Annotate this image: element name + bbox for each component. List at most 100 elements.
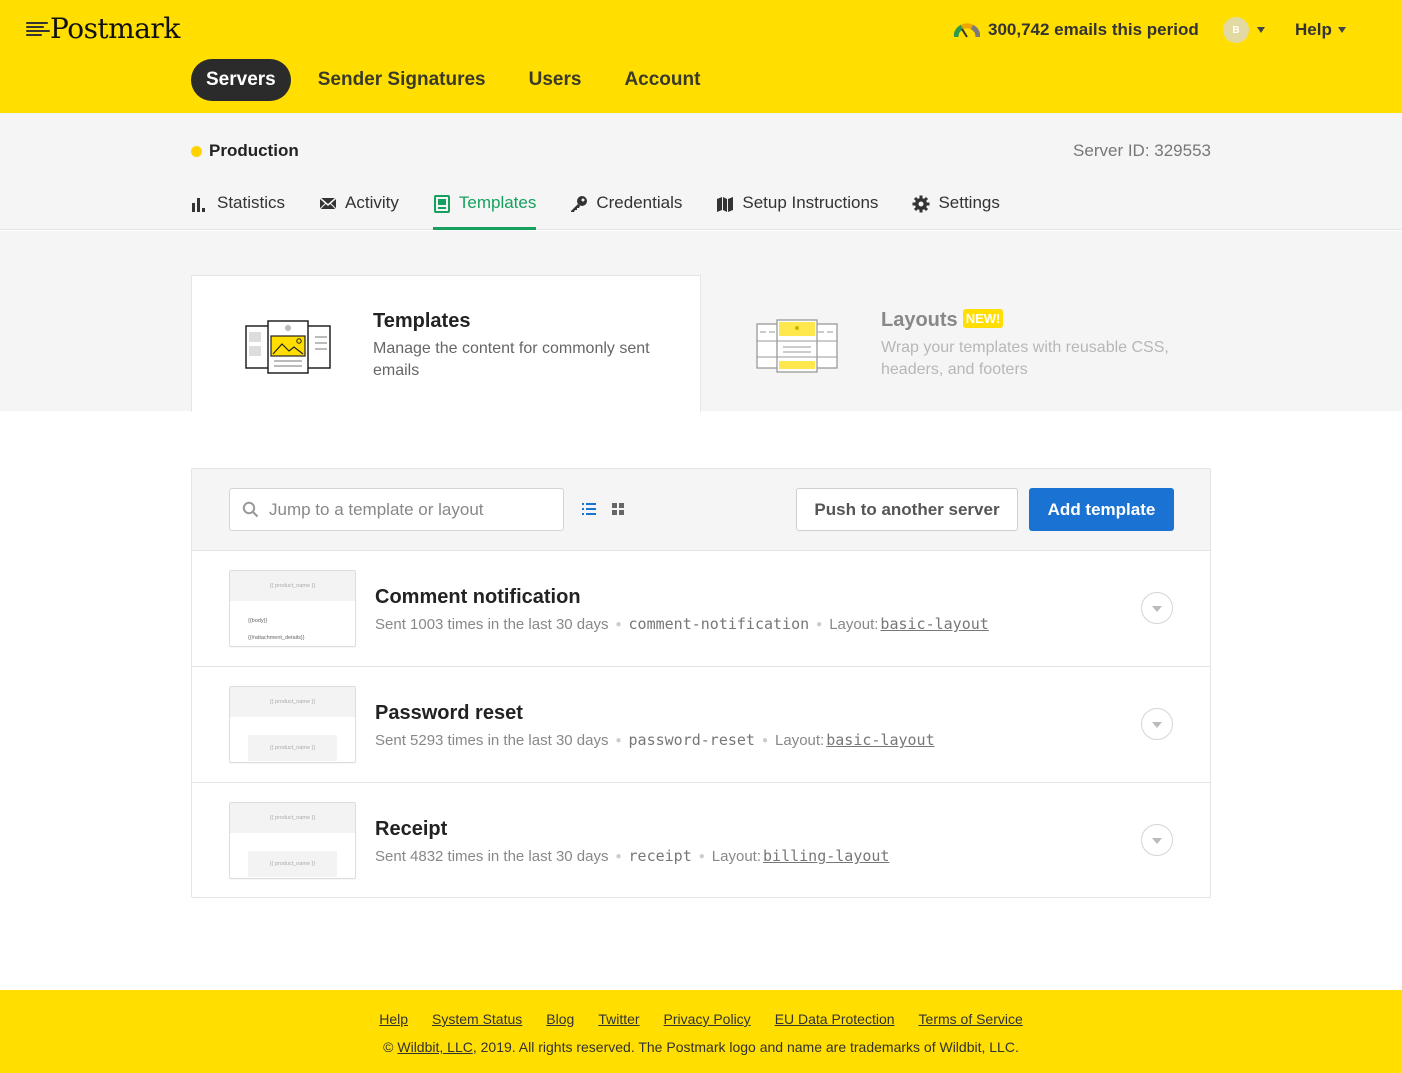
server-name-label: Production (209, 141, 299, 160)
nav-users[interactable]: Users (529, 69, 582, 91)
layouts-card-title: Layouts NEW! (881, 309, 1004, 332)
layouts-card-description: Wrap your templates with reusable CSS, h… (881, 339, 1169, 378)
separator-dot-icon: ● (698, 850, 705, 862)
nav-servers[interactable]: Servers (191, 59, 291, 101)
footer-link-eu-data-protection[interactable]: EU Data Protection (775, 1011, 895, 1027)
template-meta: Sent 1003 times in the last 30 days ● co… (375, 615, 989, 633)
tab-credentials[interactable]: Credentials (570, 191, 682, 231)
separator-dot-icon: ● (761, 734, 769, 746)
template-row[interactable]: {{ product_name }} {{body}} {{#attachmen… (192, 551, 1210, 667)
account-menu[interactable]: B (1223, 17, 1265, 43)
thumbnail-header: {{ product_name }} (230, 571, 355, 601)
tab-activity[interactable]: Activity (319, 191, 399, 231)
templates-toolbar: Push to another server Add template (192, 469, 1210, 551)
layouts-title-text: Layouts (881, 309, 958, 331)
footer-link-help[interactable]: Help (379, 1011, 408, 1027)
envelope-icon (319, 195, 337, 213)
template-thumbnail[interactable]: {{ product_name }} {{ product_name }} (229, 802, 356, 879)
tab-templates[interactable]: Templates (432, 191, 537, 230)
postmark-logo[interactable]: Postmark (26, 10, 180, 46)
row-actions-button[interactable] (1141, 592, 1173, 624)
templates-card-description: Manage the content for commonly sent ema… (373, 340, 650, 379)
templates-card[interactable]: Templates Manage the content for commonl… (191, 275, 701, 412)
chevron-down-icon (1337, 27, 1346, 33)
thumbnail-line: {{#attachment_details}} (248, 635, 305, 641)
nav-account[interactable]: Account (624, 69, 700, 91)
avatar: B (1223, 17, 1249, 43)
wildbit-link[interactable]: Wildbit, LLC (397, 1039, 472, 1055)
templates-panel: Push to another server Add template {{ p… (191, 468, 1211, 898)
key-icon (570, 195, 588, 213)
template-title[interactable]: Receipt (375, 818, 447, 841)
help-menu[interactable]: Help (1295, 18, 1346, 42)
tab-label: Settings (938, 193, 1000, 212)
tab-label: Statistics (217, 193, 286, 212)
thumbnail-footer: {{ product_name }} (248, 851, 337, 877)
thumbnail-header: {{ product_name }} (230, 687, 355, 717)
row-actions-button[interactable] (1141, 824, 1173, 856)
grid-view-icon[interactable] (611, 502, 625, 516)
server-id: Server ID: 329553 (1073, 141, 1211, 160)
thumbnail-footer: {{ product_name }} (248, 735, 337, 761)
usage-text: 300,742 emails this period (988, 20, 1199, 39)
add-template-button[interactable]: Add template (1029, 488, 1174, 531)
gear-icon (912, 195, 930, 213)
footer-link-twitter[interactable]: Twitter (598, 1011, 639, 1027)
server-name[interactable]: Production (191, 140, 299, 162)
footer-link-system-status[interactable]: System Status (432, 1011, 522, 1027)
template-thumbnail[interactable]: {{ product_name }} {{ product_name }} (229, 686, 356, 763)
new-badge: NEW! (962, 309, 1004, 329)
search-input[interactable] (269, 499, 549, 520)
usage-indicator[interactable]: 300,742 emails this period (954, 18, 1199, 42)
layout-label: Layout: (711, 847, 762, 865)
sent-count: Sent 5293 times in the last 30 days (375, 731, 609, 749)
tab-settings[interactable]: Settings (912, 191, 1000, 231)
footer-link-privacy-policy[interactable]: Privacy Policy (664, 1011, 751, 1027)
chevron-down-icon (1152, 838, 1162, 844)
sent-count: Sent 4832 times in the last 30 days (375, 847, 609, 865)
tab-label: Setup Instructions (742, 193, 879, 212)
template-alias: comment-notification (628, 615, 810, 633)
server-status-dot (191, 145, 202, 157)
footer: Help System Status Blog Twitter Privacy … (0, 990, 1402, 1073)
copyright-text: , 2019. All rights reserved. The Postmar… (472, 1039, 1019, 1055)
template-title[interactable]: Comment notification (375, 586, 581, 609)
layouts-illustration-icon (755, 319, 839, 378)
usage-gauge-icon (954, 23, 980, 38)
separator-dot-icon: ● (615, 618, 622, 630)
layout-label: Layout: (829, 615, 879, 633)
row-actions-button[interactable] (1141, 708, 1173, 740)
bar-chart-icon (191, 195, 209, 213)
layout-label: Layout: (775, 731, 825, 749)
push-to-server-button[interactable]: Push to another server (796, 488, 1018, 531)
layouts-card[interactable]: Layouts NEW! Wrap your templates with reu… (701, 275, 1211, 411)
template-alias: password-reset (628, 731, 755, 749)
template-thumbnail[interactable]: {{ product_name }} {{body}} {{#attachmen… (229, 570, 356, 647)
list-view-icon[interactable] (582, 502, 596, 516)
logo-speed-lines-icon (26, 17, 52, 39)
top-bar: Postmark 300,742 emails this period B He… (0, 0, 1402, 113)
map-icon (716, 195, 734, 213)
template-alias: receipt (628, 847, 692, 865)
template-row[interactable]: {{ product_name }} {{ product_name }} Pa… (192, 667, 1210, 783)
chevron-down-icon (1152, 722, 1162, 728)
layout-link[interactable]: basic-layout (826, 731, 934, 749)
separator-dot-icon: ● (816, 618, 823, 630)
view-toggle (582, 502, 640, 516)
tab-setup-instructions[interactable]: Setup Instructions (716, 191, 878, 231)
chevron-down-icon (1152, 606, 1162, 612)
template-row[interactable]: {{ product_name }} {{ product_name }} Re… (192, 783, 1210, 899)
template-icon (433, 195, 451, 213)
template-meta: Sent 4832 times in the last 30 days ● re… (375, 847, 889, 865)
footer-link-blog[interactable]: Blog (546, 1011, 574, 1027)
layout-link[interactable]: billing-layout (763, 847, 889, 865)
footer-link-terms-of-service[interactable]: Terms of Service (919, 1011, 1023, 1027)
brand-name: Postmark (50, 11, 180, 45)
templates-card-title: Templates (373, 310, 471, 332)
tab-statistics[interactable]: Statistics (191, 191, 285, 231)
nav-sender-signatures[interactable]: Sender Signatures (318, 69, 486, 91)
template-title[interactable]: Password reset (375, 702, 523, 725)
layout-link[interactable]: basic-layout (880, 615, 988, 633)
tab-label: Activity (345, 193, 399, 212)
search-box[interactable] (229, 488, 564, 531)
